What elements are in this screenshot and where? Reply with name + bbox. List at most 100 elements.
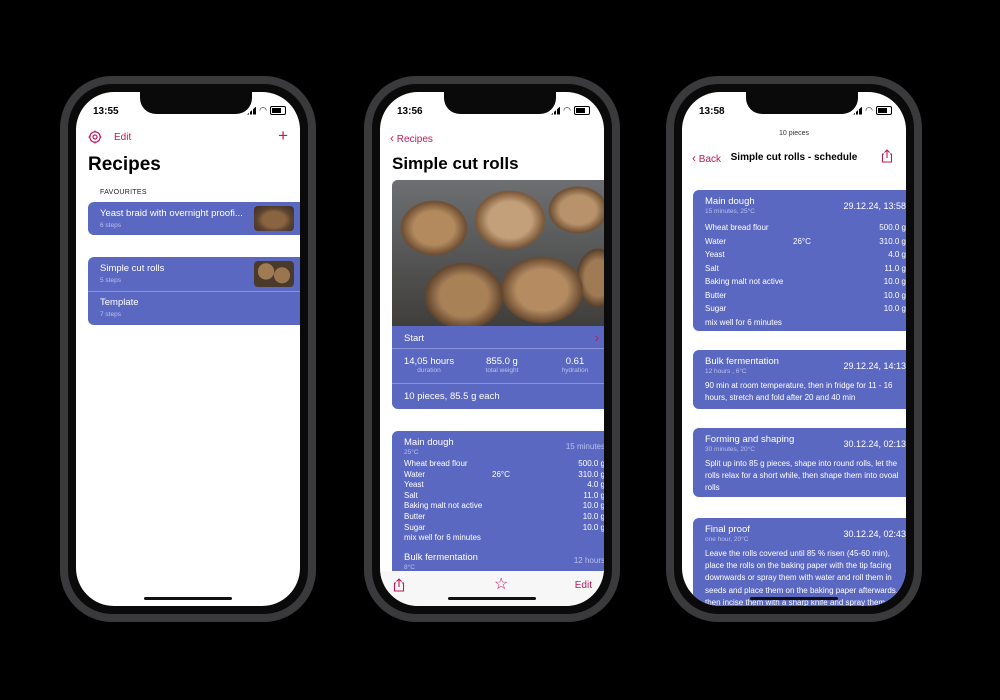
favourite-recipe-row[interactable]: Yeast braid with overnight proofi... 6 s… (88, 202, 300, 235)
ingredient-row: Water 26°C 310.0 g (705, 235, 906, 249)
schedule-step-card: Forming and shaping 30 minutes, 20°C 30.… (693, 428, 906, 497)
plus-icon: + (278, 126, 288, 145)
stat-value: 0.61 (565, 356, 585, 367)
phone-recipe-detail: 13:56 ◠ ‹ Recipes Simple cut rolls Start… (364, 76, 620, 622)
schedule-step-card: Main dough 15 minutes, 25°C 29.12.24, 13… (693, 190, 906, 331)
ingredient-name: Baking malt not active (705, 277, 784, 286)
status-time: 13:56 (397, 106, 423, 117)
step-subtitle: one hour, 20°C (705, 536, 749, 543)
stat-value: 14,05 hours (403, 356, 455, 367)
notch (746, 92, 858, 114)
step-datetime: 29.12.24, 13:58 (843, 201, 906, 211)
chevron-right-icon: › (594, 330, 599, 345)
ingredient-row: Baking malt not active 10.0 g (404, 501, 604, 512)
recipe-steps: 7 steps (100, 311, 121, 318)
ingredient-name: Butter (705, 290, 727, 300)
step-note: mix well for 6 minutes (404, 533, 481, 543)
ingredient-row: Sugar 10.0 g (404, 523, 604, 534)
status-icons: ◠ (853, 105, 892, 116)
ingredient-amount: 10.0 g (883, 277, 906, 286)
share-icon (881, 149, 893, 163)
ingredient-row: Water 26°C 310.0 g (404, 470, 604, 481)
phone-recipes: 13:55 ◠ Edit + Recipes FAVOURITES Yeast … (60, 76, 316, 622)
ingredient-amount: 310.0 g (578, 469, 604, 479)
step-subtitle: 8°C (404, 564, 415, 571)
edit-button[interactable]: Edit (114, 132, 131, 143)
step-datetime: 30.12.24, 02:43 (843, 529, 906, 539)
settings-button[interactable] (88, 130, 102, 144)
stat-duration: 14,05 hours duration (392, 356, 466, 374)
step-instructions: 90 min at room temperature, then in frid… (705, 381, 893, 402)
ingredient-name: Water (404, 469, 426, 479)
step-subtitle: 15 minutes, 25°C (705, 208, 755, 215)
step-title: Main dough (705, 196, 755, 207)
share-button[interactable] (392, 578, 406, 592)
ingredient-row: Salt 11.0 g (404, 491, 604, 502)
stat-hydration: 0.61 hydration (538, 356, 604, 374)
notch (140, 92, 252, 114)
ingredient-name: Water (705, 236, 727, 246)
stat-value: 855.0 g (486, 356, 518, 367)
stat-label: total weight (485, 367, 519, 374)
status-time: 13:58 (699, 106, 725, 117)
recipe-name: Simple cut rolls (100, 263, 165, 274)
home-indicator (144, 597, 232, 600)
step-title: Bulk fermentation (705, 356, 779, 367)
ingredient-amount: 11.0 g (583, 490, 604, 500)
ingredient-row: Yeast 4.0 g (404, 480, 604, 491)
list-item[interactable]: Template 7 steps (88, 292, 300, 325)
ingredient-temp: 26°C (492, 469, 510, 479)
edit-button[interactable]: Edit (575, 580, 592, 591)
list-item[interactable]: Simple cut rolls 5 steps (88, 257, 300, 291)
ingredient-name: Yeast (705, 250, 725, 259)
step-subtitle: 12 hours , 6°C (705, 368, 747, 375)
screen-schedule: 13:58 ◠ 10 pieces ‹ Back Simple cut roll… (682, 92, 906, 606)
ingredient-row: Baking malt not active 10.0 g (705, 275, 906, 289)
ingredient-name: Salt (404, 490, 418, 500)
bottom-toolbar: ☆ Edit (380, 571, 604, 606)
favourite-button[interactable]: ☆ (494, 574, 508, 594)
ingredient-amount: 310.0 g (879, 236, 906, 246)
start-chevron-button[interactable]: › (595, 330, 599, 345)
ingredient-row: Butter 10.0 g (404, 512, 604, 523)
ingredient-name: Butter (404, 511, 426, 521)
home-indicator (448, 597, 536, 600)
recipe-list: Simple cut rolls 5 steps Template 7 step… (88, 257, 300, 325)
ingredient-temp: 26°C (793, 236, 811, 246)
step-title: Forming and shaping (705, 434, 795, 445)
stat-total-weight: 855.0 g total weight (465, 356, 539, 374)
recipe-summary-card: Start › 14,05 hours duration 855.0 g tot… (392, 180, 604, 409)
recipe-thumbnail (254, 206, 294, 231)
page-title: Simple cut rolls - schedule (730, 152, 858, 163)
step-title: Bulk fermentation (404, 552, 478, 563)
recipe-steps: 6 steps (100, 222, 121, 229)
ingredient-name: Salt (705, 263, 719, 273)
chevron-left-icon: ‹ (390, 131, 394, 145)
phone-schedule: 13:58 ◠ 10 pieces ‹ Back Simple cut roll… (666, 76, 922, 622)
battery-icon (876, 106, 892, 115)
stat-label: duration (417, 367, 441, 374)
divider (392, 348, 604, 349)
notch (444, 92, 556, 114)
recipe-thumbnail (254, 261, 294, 287)
status-time: 13:55 (93, 106, 119, 117)
step-title: Main dough (404, 437, 454, 448)
battery-icon (574, 106, 590, 115)
pieces-header: 10 pieces (779, 130, 809, 137)
pieces-summary: 10 pieces, 85.5 g each (404, 391, 500, 402)
step-subtitle: 25°C (404, 449, 419, 456)
back-button[interactable]: ‹ Recipes (390, 131, 433, 145)
phone-bezel: 13:58 ◠ 10 pieces ‹ Back Simple cut roll… (674, 84, 914, 614)
add-recipe-button[interactable]: + (278, 127, 288, 144)
share-icon (393, 578, 405, 592)
step-note: mix well for 6 minutes (705, 317, 782, 327)
page-title: Simple cut rolls (392, 154, 519, 173)
home-indicator (750, 597, 838, 600)
schedule-step-card: Bulk fermentation 12 hours , 6°C 29.12.2… (693, 350, 906, 409)
divider (392, 383, 604, 384)
start-label: Start (404, 333, 425, 344)
signal-icon (247, 106, 257, 115)
ingredient-name: Sugar (404, 522, 426, 532)
page-title: Recipes (88, 154, 161, 175)
share-button[interactable] (880, 149, 894, 163)
